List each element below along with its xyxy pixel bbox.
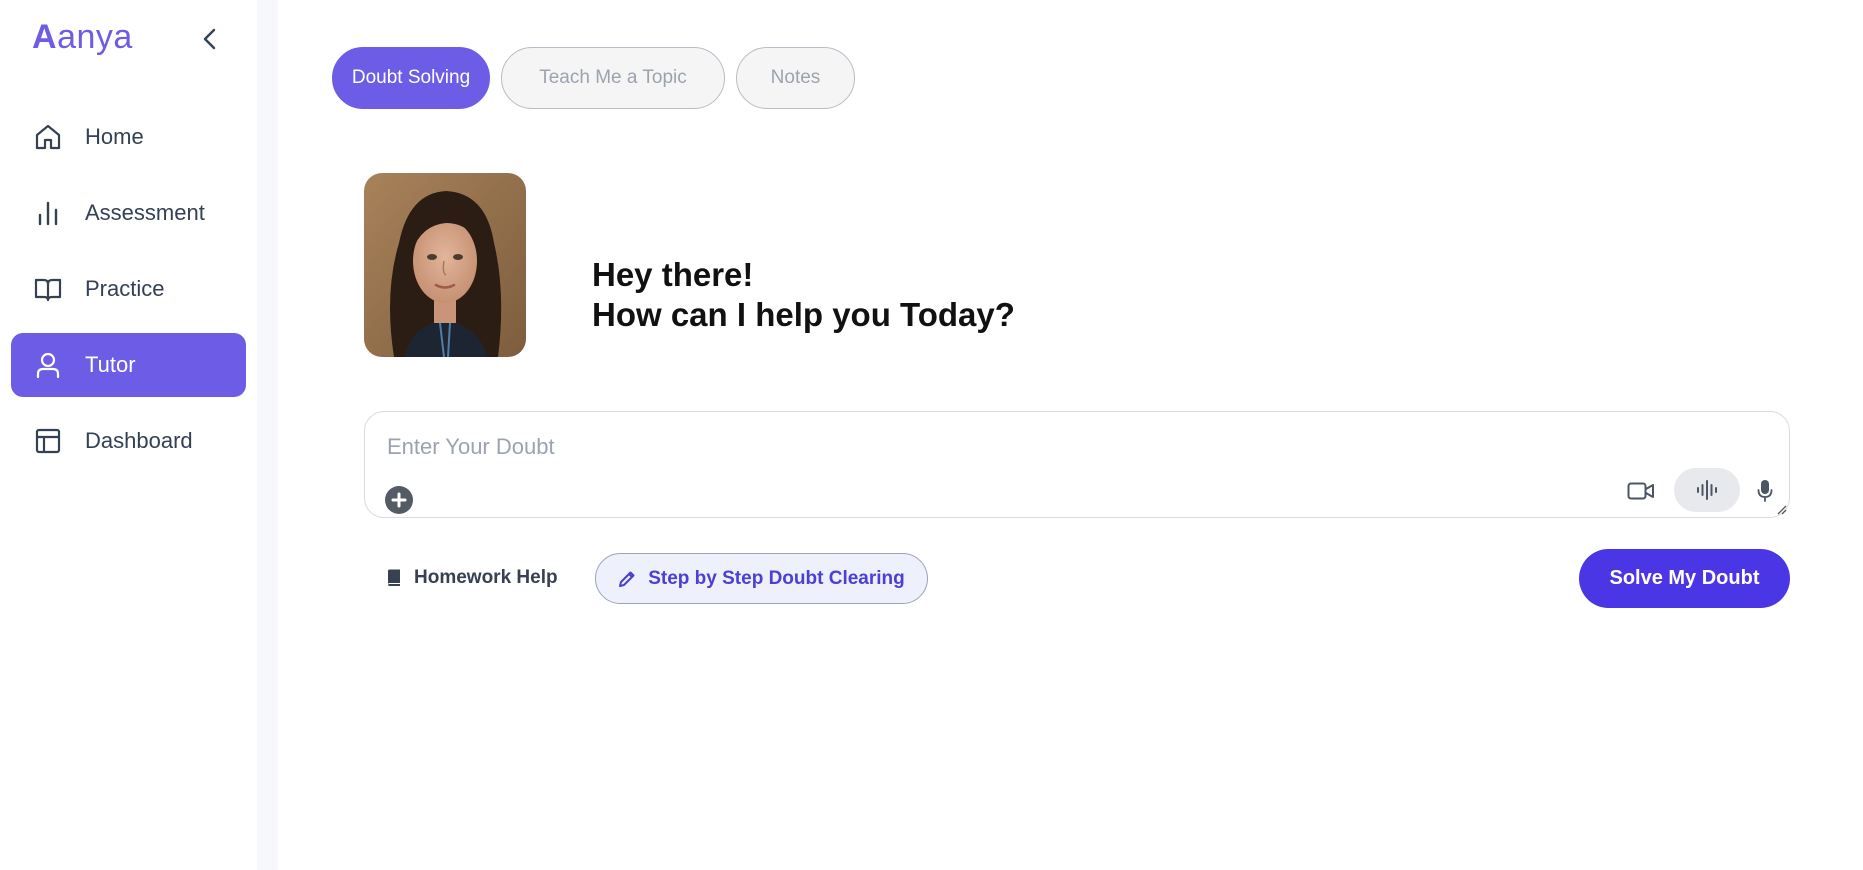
sidebar-item-home[interactable]: Home bbox=[11, 105, 246, 169]
step-by-step-label: Step by Step Doubt Clearing bbox=[648, 567, 905, 589]
tab-teach-me-a-topic[interactable]: Teach Me a Topic bbox=[501, 47, 725, 109]
logo-text: anya bbox=[57, 18, 133, 56]
sidebar-item-label: Practice bbox=[85, 276, 165, 301]
sidebar-item-label: Assessment bbox=[85, 200, 205, 225]
resize-handle-icon[interactable] bbox=[1775, 503, 1787, 515]
sidebar-item-dashboard[interactable]: Dashboard bbox=[11, 409, 246, 473]
homework-help-button[interactable]: Homework Help bbox=[386, 563, 558, 593]
pencil-icon bbox=[619, 571, 635, 587]
sidebar-item-tutor[interactable]: Tutor bbox=[11, 333, 246, 397]
book-icon bbox=[388, 569, 400, 586]
sidebar: Aanya Home Assessment Practice Tutor Das… bbox=[0, 0, 257, 870]
tab-doubt-solving[interactable]: Doubt Solving bbox=[332, 47, 490, 109]
tab-notes[interactable]: Notes bbox=[736, 47, 855, 109]
mode-tabs: Doubt Solving Teach Me a Topic Notes bbox=[332, 47, 855, 109]
voice-mode-button[interactable] bbox=[1674, 468, 1740, 512]
collapse-sidebar-button[interactable] bbox=[196, 24, 222, 54]
sidebar-item-practice[interactable]: Practice bbox=[11, 257, 246, 321]
microphone-icon bbox=[1757, 480, 1773, 502]
video-button[interactable] bbox=[1626, 477, 1656, 505]
sidebar-item-label: Dashboard bbox=[85, 428, 193, 453]
sidebar-item-label: Tutor bbox=[85, 352, 136, 377]
layout-icon bbox=[33, 426, 63, 456]
book-open-icon bbox=[33, 274, 63, 304]
plus-icon bbox=[391, 492, 407, 508]
greeting-line-1: Hey there! bbox=[592, 256, 754, 293]
video-camera-icon bbox=[1627, 482, 1654, 500]
doubt-input[interactable] bbox=[387, 430, 1387, 464]
microphone-button[interactable] bbox=[1753, 476, 1777, 506]
sidebar-divider bbox=[257, 0, 278, 870]
bar-chart-icon bbox=[33, 198, 63, 228]
logo-initial: A bbox=[32, 18, 58, 56]
tutor-avatar bbox=[364, 173, 526, 357]
home-icon bbox=[33, 122, 63, 152]
main-content: Doubt Solving Teach Me a Topic Notes Hey… bbox=[278, 0, 1863, 870]
solve-my-doubt-button[interactable]: Solve My Doubt bbox=[1579, 549, 1790, 608]
sidebar-item-label: Home bbox=[85, 124, 144, 149]
app-root: Aanya Home Assessment Practice Tutor Das… bbox=[0, 0, 1863, 870]
user-icon bbox=[33, 350, 63, 380]
doubt-input-box bbox=[364, 411, 1790, 518]
app-logo[interactable]: Aanya bbox=[32, 18, 133, 57]
greeting-heading: Hey there! How can I help you Today? bbox=[592, 255, 1015, 335]
homework-help-label: Homework Help bbox=[414, 567, 558, 588]
audio-waveform-icon bbox=[1697, 480, 1717, 500]
chevron-left-icon bbox=[203, 28, 216, 50]
add-attachment-button[interactable] bbox=[385, 486, 413, 514]
greeting-line-2: How can I help you Today? bbox=[592, 296, 1015, 333]
step-by-step-button[interactable]: Step by Step Doubt Clearing bbox=[595, 553, 928, 604]
sidebar-nav: Home Assessment Practice Tutor Dashboard bbox=[11, 105, 246, 485]
sidebar-item-assessment[interactable]: Assessment bbox=[11, 181, 246, 245]
